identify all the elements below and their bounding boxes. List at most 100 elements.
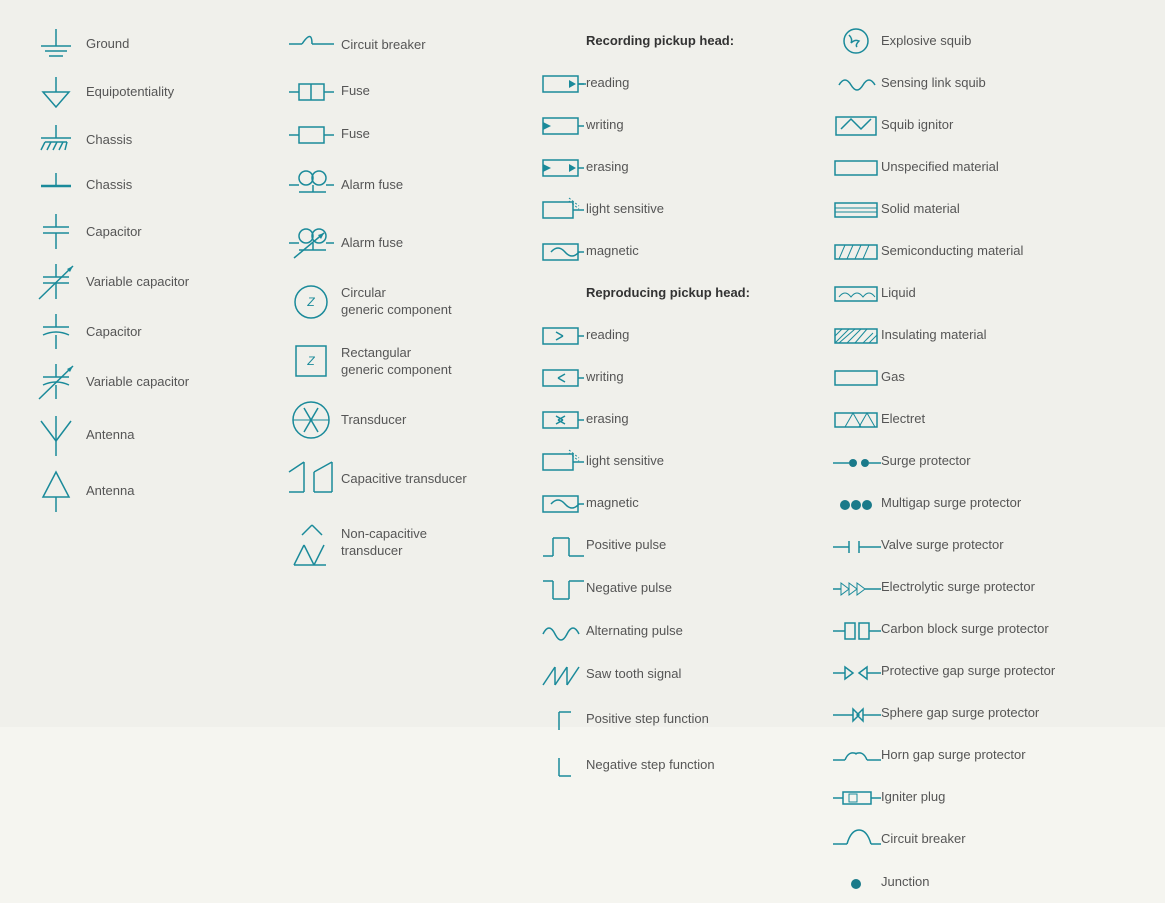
- prot-gap-surge-symbol: [831, 657, 881, 685]
- cap-transducer-label: Capacitive transducer: [341, 471, 467, 488]
- equipotentiality-label: Equipotentiality: [86, 84, 174, 101]
- row-unspec-material: Unspecified material: [825, 146, 1140, 188]
- carbon-surge-symbol: [831, 615, 881, 643]
- magnetic1-symbol: [541, 236, 586, 266]
- pos-step-symbol: [541, 700, 586, 738]
- capacitor2-symbol: [26, 311, 86, 353]
- antenna1-label: Antenna: [86, 427, 134, 444]
- gas-symbol: [831, 363, 881, 391]
- antenna2-symbol: [26, 467, 86, 515]
- magnetic1-label: magnetic: [586, 243, 639, 260]
- antenna2-label: Antenna: [86, 483, 134, 500]
- pos-pulse-label: Positive pulse: [586, 537, 666, 554]
- explosive-squib-symbol: [831, 25, 881, 57]
- neg-step-label: Negative step function: [586, 757, 715, 774]
- circuit-breaker-symbol: [281, 24, 341, 66]
- writing2-symbol: [541, 362, 586, 392]
- row-circular-generic: Z Circular generic component: [275, 272, 530, 332]
- erasing1-symbol: [541, 152, 586, 182]
- row-gas: Gas: [825, 356, 1140, 398]
- row-electret: Electret: [825, 398, 1140, 440]
- column-1: Ground Equipotentiality: [20, 20, 275, 903]
- row-carbon-surge: Carbon block surge protector: [825, 608, 1140, 650]
- column-3: Recording pickup head: reading: [530, 20, 820, 903]
- noncap-transducer-label: Non-capacitive transducer: [341, 526, 427, 560]
- prot-gap-surge-label: Protective gap surge protector: [881, 663, 1055, 680]
- neg-step-symbol: [541, 746, 586, 784]
- var-capacitor2-symbol: [26, 361, 86, 403]
- row-insulating: Insulating material: [825, 314, 1140, 356]
- row-var-capacitor2: Variable capacitor: [20, 357, 275, 407]
- valve-surge-label: Valve surge protector: [881, 537, 1004, 554]
- row-electrolytic-surge: Electrolytic surge protector: [825, 566, 1140, 608]
- gas-label: Gas: [881, 369, 905, 386]
- row-chassis1: Chassis: [20, 116, 275, 164]
- electret-symbol: [831, 405, 881, 433]
- rect-generic-label: Rectangular generic component: [341, 345, 452, 379]
- row-lightsens1: light sensitive: [535, 188, 820, 230]
- main-page: Ground Equipotentiality: [0, 0, 1165, 727]
- magnetic2-symbol: [541, 488, 586, 518]
- svg-text:Z: Z: [306, 354, 315, 368]
- column-2: Circuit breaker Fuse Fuse: [275, 20, 530, 903]
- row-magnetic1: magnetic: [535, 230, 820, 272]
- row-squib-ignitor: Squib ignitor: [825, 104, 1140, 146]
- circuit-breaker-label: Circuit breaker: [341, 37, 426, 54]
- horn-gap-surge-label: Horn gap surge protector: [881, 747, 1026, 764]
- alarm-fuse1-symbol: [281, 160, 341, 210]
- chassis1-symbol: [26, 120, 86, 160]
- junction-symbol: [831, 868, 881, 896]
- recording-head-label: Recording pickup head:: [586, 33, 734, 50]
- sawtooth-symbol: [541, 657, 586, 692]
- junction-label: Junction: [881, 874, 929, 891]
- row-reproducing-head: Reproducing pickup head:: [535, 272, 820, 314]
- row-solid-material: Solid material: [825, 188, 1140, 230]
- row-sphere-gap-surge: Sphere gap surge protector: [825, 692, 1140, 734]
- chassis2-label: Chassis: [86, 177, 132, 194]
- insulating-label: Insulating material: [881, 327, 987, 344]
- reading2-symbol: [541, 320, 586, 350]
- capacitor2-label: Capacitor: [86, 324, 142, 341]
- row-junction: Junction: [825, 861, 1140, 903]
- valve-surge-symbol: [831, 531, 881, 559]
- writing2-label: writing: [586, 369, 624, 386]
- insulating-symbol: [831, 321, 881, 349]
- row-circuit-breaker: Circuit breaker: [275, 20, 530, 70]
- capacitor1-label: Capacitor: [86, 224, 142, 241]
- explosive-squib-label: Explosive squib: [881, 33, 971, 50]
- alt-pulse-label: Alternating pulse: [586, 623, 683, 640]
- row-neg-pulse: Negative pulse: [535, 567, 820, 610]
- electret-label: Electret: [881, 411, 925, 428]
- row-lightsens2: light sensitive: [535, 440, 820, 482]
- semi-material-symbol: [831, 237, 881, 265]
- reading1-symbol: [541, 68, 586, 98]
- writing1-symbol: [541, 110, 586, 140]
- row-reading2: reading: [535, 314, 820, 356]
- alarm-fuse1-label: Alarm fuse: [341, 177, 403, 194]
- writing1-label: writing: [586, 117, 624, 134]
- row-capacitor2: Capacitor: [20, 307, 275, 357]
- surge-protector-label: Surge protector: [881, 453, 971, 470]
- row-transducer: Transducer: [275, 392, 530, 448]
- alarm-fuse2-label: Alarm fuse: [341, 235, 403, 252]
- row-antenna1: Antenna: [20, 407, 275, 463]
- circular-generic-label: Circular generic component: [341, 285, 452, 319]
- row-sensing-squib: Sensing link squib: [825, 62, 1140, 104]
- cap-transducer-symbol: [281, 452, 341, 507]
- column-4: Explosive squib Sensing link squib Squib…: [820, 20, 1140, 903]
- sphere-gap-surge-label: Sphere gap surge protector: [881, 705, 1039, 722]
- fuse1-label: Fuse: [341, 83, 370, 100]
- noncap-transducer-symbol: [281, 515, 341, 570]
- solid-material-label: Solid material: [881, 201, 960, 218]
- row-horn-gap-surge: Horn gap surge protector: [825, 734, 1140, 776]
- liquid-label: Liquid: [881, 285, 916, 302]
- row-alt-pulse: Alternating pulse: [535, 610, 820, 653]
- var-capacitor1-symbol: [26, 261, 86, 303]
- sawtooth-label: Saw tooth signal: [586, 666, 681, 683]
- row-explosive-squib: Explosive squib: [825, 20, 1140, 62]
- carbon-surge-label: Carbon block surge protector: [881, 621, 1049, 638]
- circuit-breaker2-label: Circuit breaker: [881, 831, 966, 848]
- row-writing1: writing: [535, 104, 820, 146]
- lightsens1-label: light sensitive: [586, 201, 664, 218]
- magnetic2-label: magnetic: [586, 495, 639, 512]
